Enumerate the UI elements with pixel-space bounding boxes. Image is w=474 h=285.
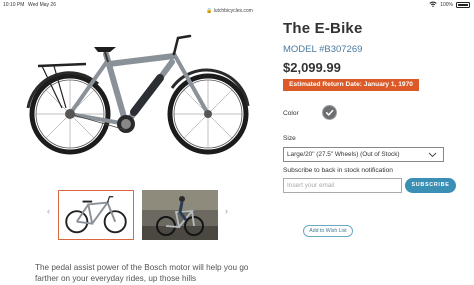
color-swatch-gray[interactable] (323, 106, 336, 119)
email-input[interactable] (283, 178, 402, 193)
product-page: 10:10 PM Wed May 26 🔒 lutchbicycles.com … (0, 0, 474, 285)
size-select-value: Large/20" (27.5" Wheels) (Out of Stock) (287, 151, 400, 158)
rider-thumbnail-image (142, 190, 218, 240)
wifi-icon (429, 1, 437, 9)
product-main-image[interactable] (14, 26, 262, 182)
checkmark-icon (325, 109, 334, 116)
product-description: The pedal assist power of the Bosch moto… (35, 263, 249, 283)
color-label: Color (283, 110, 299, 117)
address-bar[interactable]: 🔒 lutchbicycles.com (206, 8, 253, 14)
product-price: $2,099.99 (283, 60, 341, 75)
model-number: MODEL #B307269 (283, 44, 363, 55)
battery-icon (456, 2, 470, 8)
add-to-wishlist-button[interactable]: Add to Wish List (303, 225, 353, 237)
url-text: lutchbicycles.com (213, 8, 253, 14)
status-bar: 10:10 PM Wed May 26 🔒 lutchbicycles.com … (0, 0, 474, 14)
size-label: Size (283, 135, 296, 142)
chevron-down-icon (428, 148, 437, 166)
thumbnail-2[interactable] (142, 190, 218, 240)
ebike-image (26, 34, 250, 155)
product-title: The E-Bike (283, 20, 363, 37)
bike-thumbnail-image (65, 196, 127, 234)
status-right: 100% (429, 1, 470, 9)
thumbnail-1[interactable] (58, 190, 134, 240)
gallery-prev-arrow[interactable]: ‹ (47, 206, 50, 216)
size-select[interactable]: Large/20" (27.5" Wheels) (Out of Stock) (283, 147, 444, 162)
battery-percent: 100% (440, 2, 453, 8)
status-time: 10:10 PM (3, 2, 25, 8)
status-date: Wed May 26 (28, 2, 56, 8)
subscribe-button[interactable]: SUBSCRIBE (405, 178, 456, 193)
subscribe-label: Subscribe to back in stock notification (283, 167, 393, 174)
gallery-next-arrow[interactable]: › (225, 206, 228, 216)
return-date-badge: Estimated Return Date: January 1, 1970 (283, 79, 419, 91)
